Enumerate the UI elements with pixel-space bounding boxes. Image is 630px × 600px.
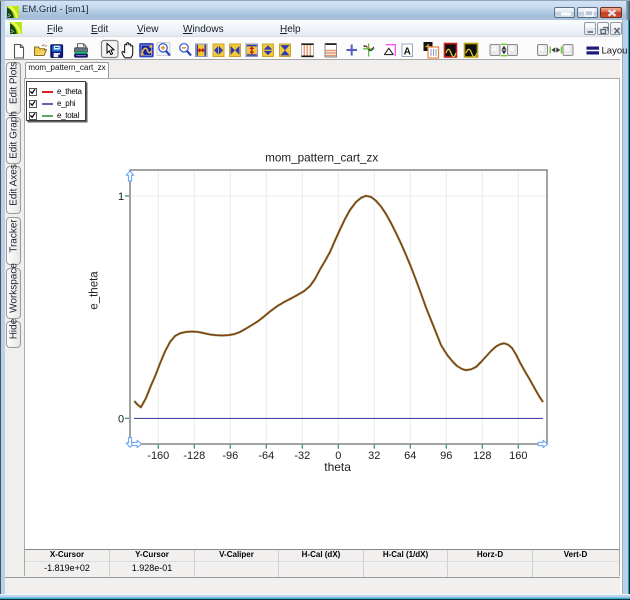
svg-text:A: A	[404, 47, 411, 58]
svg-text:Layou: Layou	[602, 46, 628, 57]
